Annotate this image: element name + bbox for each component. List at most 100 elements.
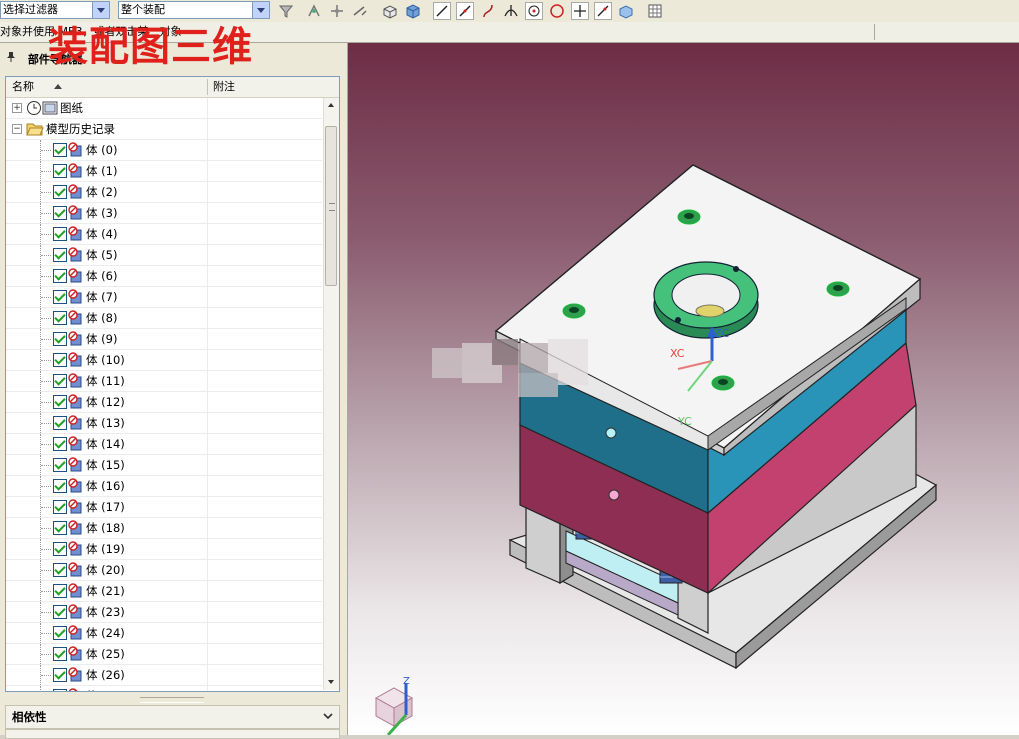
- visibility-checkbox[interactable]: [53, 563, 67, 577]
- visibility-checkbox[interactable]: [53, 479, 67, 493]
- arc-icon[interactable]: [456, 2, 474, 20]
- tree-node-body[interactable]: 体 (2): [6, 182, 322, 203]
- tree-node-model-history[interactable]: − 模型历史记录: [6, 119, 322, 140]
- center-icon[interactable]: [525, 2, 543, 20]
- visibility-checkbox[interactable]: [53, 290, 67, 304]
- box-icon[interactable]: [381, 2, 399, 20]
- column-note-header[interactable]: 附注: [213, 77, 235, 97]
- tree-node-label: 体 (20): [86, 563, 125, 577]
- column-name-header[interactable]: 名称: [12, 77, 34, 97]
- tree-node-body[interactable]: 体 (25): [6, 644, 322, 665]
- visibility-checkbox[interactable]: [53, 143, 67, 157]
- tree-node-body[interactable]: 体 (21): [6, 581, 322, 602]
- grid-icon[interactable]: [646, 2, 664, 20]
- cell-divider: [207, 98, 208, 118]
- collapse-icon[interactable]: −: [12, 124, 22, 134]
- circle-icon[interactable]: [548, 2, 566, 20]
- chevron-down-icon[interactable]: [252, 2, 269, 18]
- tree-node-body[interactable]: 体 (10): [6, 350, 322, 371]
- tree-node-body[interactable]: 体 (18): [6, 518, 322, 539]
- tree-node-body[interactable]: 体 (8): [6, 308, 322, 329]
- visibility-checkbox[interactable]: [53, 269, 67, 283]
- details-panel-header[interactable]: [5, 729, 340, 739]
- visibility-checkbox[interactable]: [53, 626, 67, 640]
- tree-node-body[interactable]: 体 (26): [6, 665, 322, 686]
- tree-node-body[interactable]: 体 (11): [6, 371, 322, 392]
- curve-icon[interactable]: [479, 2, 497, 20]
- snap-point-icon[interactable]: [328, 2, 346, 20]
- chevron-down-icon[interactable]: [321, 709, 335, 723]
- tree-node-body[interactable]: 体 (1): [6, 161, 322, 182]
- tree-node-body[interactable]: 体 (23): [6, 602, 322, 623]
- visibility-checkbox[interactable]: [53, 500, 67, 514]
- perpendicular-icon[interactable]: [502, 2, 520, 20]
- panel-splitter[interactable]: [140, 697, 204, 703]
- tree-node-body[interactable]: 体 (12): [6, 392, 322, 413]
- tree-node-body[interactable]: 体 (0): [6, 140, 322, 161]
- line-icon[interactable]: [433, 2, 451, 20]
- tree-node-body[interactable]: 体 (14): [6, 434, 322, 455]
- body-feature-icon: [68, 205, 82, 220]
- tree-node-body[interactable]: 体 (15): [6, 455, 322, 476]
- column-separator[interactable]: [207, 79, 208, 95]
- tree-node-body[interactable]: 体 (7): [6, 287, 322, 308]
- scroll-down-arrow-icon[interactable]: [324, 675, 339, 690]
- scroll-up-arrow-icon[interactable]: [324, 98, 339, 113]
- tree-node-body[interactable]: 体 (19): [6, 539, 322, 560]
- visibility-checkbox[interactable]: [53, 605, 67, 619]
- filter-icon[interactable]: [277, 2, 295, 20]
- cell-divider: [207, 266, 208, 286]
- visibility-checkbox[interactable]: [53, 185, 67, 199]
- visibility-checkbox[interactable]: [53, 311, 67, 325]
- visibility-checkbox[interactable]: [53, 353, 67, 367]
- visibility-checkbox[interactable]: [53, 164, 67, 178]
- tree-node-body[interactable]: 体 (3): [6, 203, 322, 224]
- tree-vertical-scrollbar[interactable]: [323, 98, 339, 690]
- visibility-checkbox[interactable]: [53, 668, 67, 682]
- visibility-checkbox[interactable]: [53, 395, 67, 409]
- visibility-checkbox[interactable]: [53, 248, 67, 262]
- tree-node-body[interactable]: 体 (13): [6, 413, 322, 434]
- cross-icon[interactable]: [571, 2, 589, 20]
- tree-node-body[interactable]: 体 (16): [6, 476, 322, 497]
- visibility-checkbox[interactable]: [53, 458, 67, 472]
- graphics-viewport[interactable]: ZC XC YC Z: [348, 43, 1019, 735]
- tree-connector: [41, 402, 51, 403]
- visibility-checkbox[interactable]: [53, 332, 67, 346]
- tree-node-body[interactable]: 体 (9): [6, 329, 322, 350]
- part-navigator-tree[interactable]: 名称 附注 + 图纸 − 模型历史记录 体 (0) 体 (1) 体 (2) 体 (3)…: [5, 76, 340, 692]
- tree-node-body[interactable]: 体 (5): [6, 245, 322, 266]
- tree-node-body[interactable]: 体 (6): [6, 266, 322, 287]
- body-feature-icon: [68, 646, 82, 661]
- tree-node-body[interactable]: 体 (17): [6, 497, 322, 518]
- tree-node-body[interactable]: 体 (27): [6, 686, 322, 691]
- expand-icon[interactable]: +: [12, 103, 22, 113]
- visibility-checkbox[interactable]: [53, 416, 67, 430]
- slash-icon[interactable]: [594, 2, 612, 20]
- measure-icon[interactable]: [351, 2, 369, 20]
- locating-ring: [653, 261, 759, 339]
- visibility-checkbox[interactable]: [53, 584, 67, 598]
- dependency-panel-header[interactable]: 相依性: [5, 705, 340, 729]
- snap-icon[interactable]: [305, 2, 323, 20]
- visibility-checkbox[interactable]: [53, 206, 67, 220]
- tree-node-body[interactable]: 体 (24): [6, 623, 322, 644]
- visibility-checkbox[interactable]: [53, 521, 67, 535]
- body-feature-icon: [68, 268, 82, 283]
- overlay-caption: 装配图三维: [48, 23, 253, 70]
- visibility-checkbox[interactable]: [53, 374, 67, 388]
- scrollbar-thumb[interactable]: [325, 126, 337, 286]
- visibility-checkbox[interactable]: [53, 689, 67, 691]
- tree-node-body[interactable]: 体 (4): [6, 224, 322, 245]
- mold-assembly-model[interactable]: ZC XC YC Z: [348, 43, 1019, 735]
- tree-node-body[interactable]: 体 (20): [6, 560, 322, 581]
- visibility-checkbox[interactable]: [53, 227, 67, 241]
- visibility-checkbox[interactable]: [53, 647, 67, 661]
- cube-icon[interactable]: [404, 2, 422, 20]
- view-icon[interactable]: [617, 2, 635, 20]
- tree-node-drawing[interactable]: + 图纸: [6, 98, 322, 119]
- tree-connector: [41, 423, 51, 424]
- visibility-checkbox[interactable]: [53, 437, 67, 451]
- pin-icon[interactable]: [6, 51, 16, 69]
- visibility-checkbox[interactable]: [53, 542, 67, 556]
